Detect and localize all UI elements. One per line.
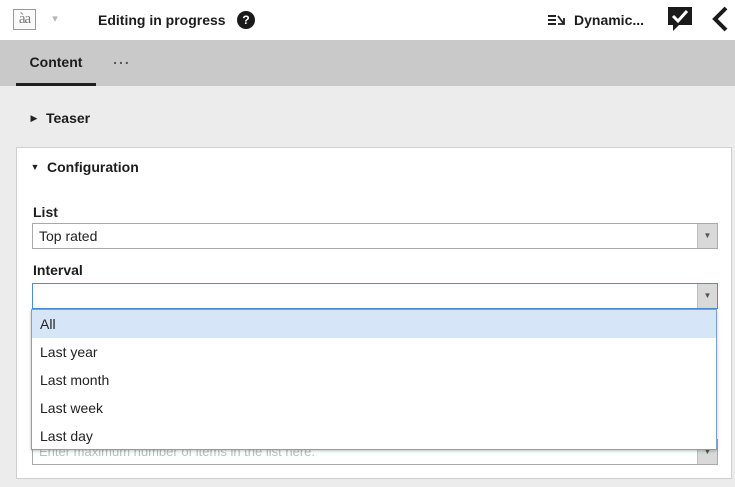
caret-down-icon: ▼ bbox=[30, 162, 40, 172]
checkmark-comment-icon[interactable] bbox=[667, 5, 693, 33]
chevron-down-icon[interactable]: ▾ bbox=[48, 10, 62, 28]
interval-label: Interval bbox=[33, 262, 83, 278]
text-logo-icon[interactable]: àa bbox=[13, 9, 36, 30]
editing-status: Editing in progress bbox=[98, 12, 226, 28]
top-toolbar: àa ▾ Editing in progress ? Dynamic... bbox=[0, 0, 735, 40]
interval-option[interactable]: Last week bbox=[32, 394, 716, 422]
chevron-down-icon[interactable]: ▼ bbox=[697, 224, 717, 248]
caret-right-icon: ▶ bbox=[30, 112, 38, 123]
interval-option[interactable]: Last year bbox=[32, 338, 716, 366]
list-select[interactable]: Top rated ▼ bbox=[32, 223, 718, 249]
interval-select[interactable]: ▼ bbox=[32, 283, 718, 309]
chevron-down-icon[interactable]: ▼ bbox=[697, 284, 717, 308]
more-tabs-icon[interactable]: ... bbox=[107, 52, 137, 72]
section-teaser-header[interactable]: ▶ Teaser bbox=[16, 100, 732, 136]
interval-dropdown-list: All Last year Last month Last week Last … bbox=[31, 309, 717, 450]
tab-content[interactable]: Content bbox=[16, 40, 96, 86]
interval-option[interactable]: Last day bbox=[32, 422, 716, 450]
tab-bar: Content ... bbox=[0, 40, 735, 86]
section-configuration-header[interactable]: ▼ Configuration bbox=[17, 154, 731, 180]
back-chevron-icon[interactable] bbox=[711, 6, 729, 32]
interval-option[interactable]: Last month bbox=[32, 366, 716, 394]
dynamic-list-icon[interactable] bbox=[548, 13, 565, 27]
section-teaser-title: Teaser bbox=[46, 110, 91, 126]
section-configuration-title: Configuration bbox=[47, 159, 139, 175]
interval-option[interactable]: All bbox=[32, 310, 716, 338]
list-label: List bbox=[33, 204, 58, 220]
help-icon[interactable]: ? bbox=[237, 11, 255, 29]
list-select-value: Top rated bbox=[39, 228, 98, 244]
dynamic-content-label[interactable]: Dynamic... bbox=[574, 10, 644, 30]
